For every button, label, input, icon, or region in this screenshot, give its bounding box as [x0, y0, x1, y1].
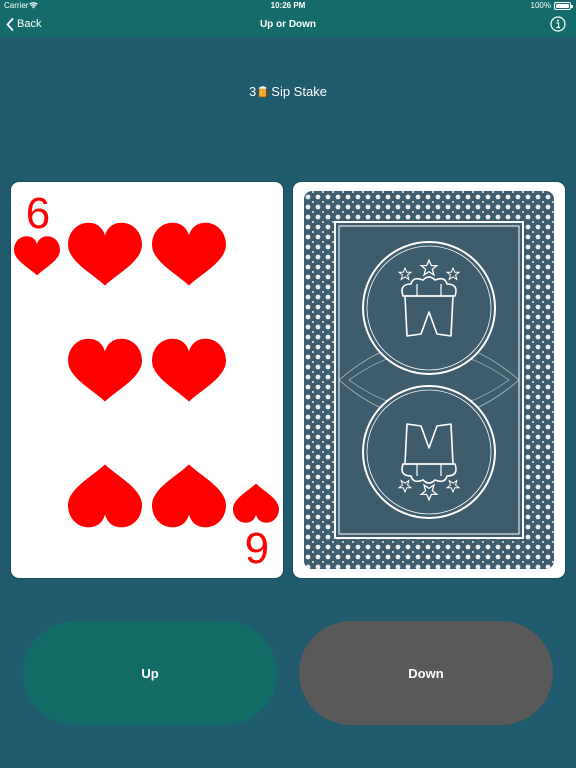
heart-icon — [68, 464, 142, 528]
down-button[interactable]: Down — [299, 621, 553, 725]
heart-icon — [152, 222, 226, 286]
card-back-pattern — [304, 191, 554, 569]
heart-icon — [152, 338, 226, 402]
up-button[interactable]: Up — [23, 621, 277, 725]
heart-icon — [233, 483, 279, 523]
heart-icon — [68, 338, 142, 402]
stake-label: 3 Sip Stake — [0, 84, 576, 99]
six-of-hearts-face: 6 6 — [14, 189, 279, 572]
clock: 10:26 PM — [270, 1, 306, 10]
battery-percent: 100% — [530, 1, 551, 10]
battery-icon — [554, 2, 573, 10]
beer-icon — [258, 85, 270, 98]
card-rank-top: 6 — [26, 189, 50, 238]
heart-icon — [152, 464, 226, 528]
heart-icon — [14, 236, 60, 276]
status-bar: Carrier 10:26 PM 100% — [0, 0, 576, 12]
stake-count: 3 — [249, 84, 257, 99]
card-rank-bottom: 6 — [245, 523, 269, 572]
page-title: Up or Down — [259, 19, 317, 30]
navigation-bar: Back Up or Down — [0, 12, 576, 37]
up-button-label: Up — [141, 665, 159, 681]
face-down-card[interactable] — [292, 181, 566, 579]
down-button-label: Down — [408, 665, 444, 681]
heart-icon — [68, 222, 142, 286]
info-icon[interactable] — [550, 16, 566, 32]
stake-text: Sip Stake — [271, 84, 327, 99]
face-up-card: 6 6 — [10, 181, 284, 579]
